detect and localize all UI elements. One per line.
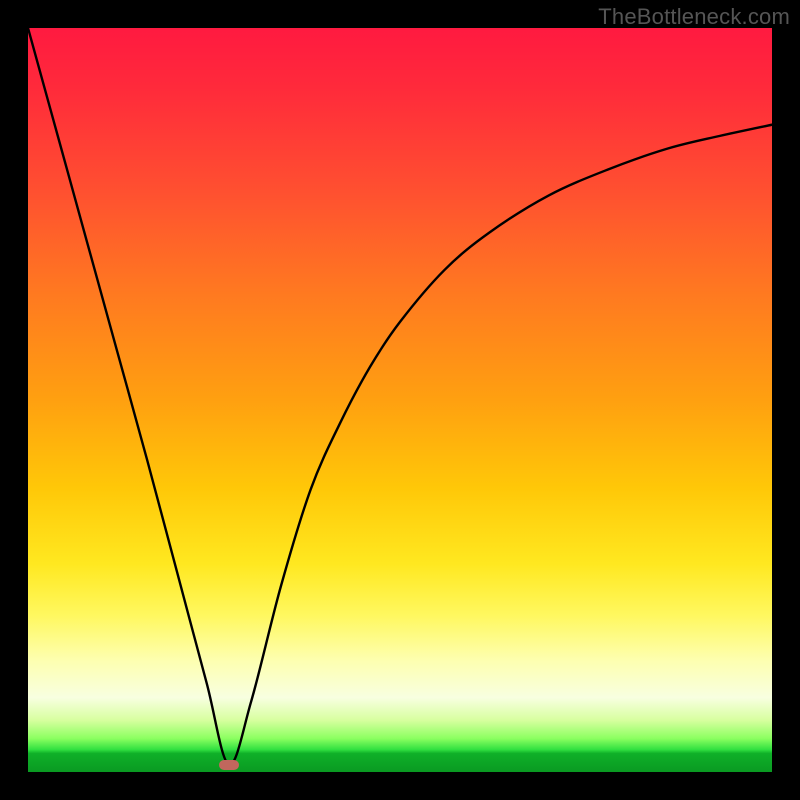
chart-plot-area bbox=[28, 28, 772, 772]
minimum-marker bbox=[219, 760, 239, 770]
bottleneck-curve bbox=[28, 28, 772, 772]
chart-frame: TheBottleneck.com bbox=[0, 0, 800, 800]
attribution-watermark: TheBottleneck.com bbox=[598, 4, 790, 30]
